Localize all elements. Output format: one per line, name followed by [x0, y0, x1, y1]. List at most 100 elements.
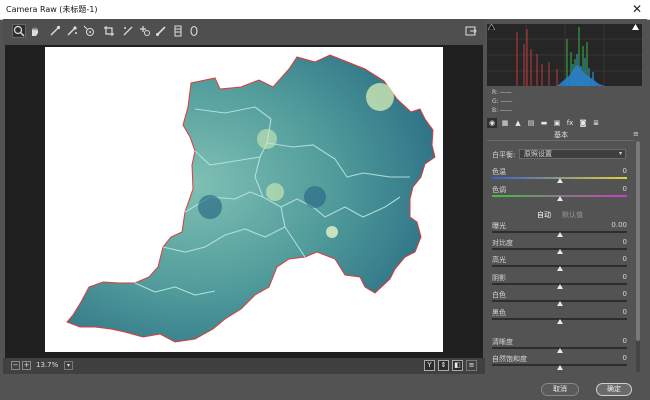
exposure-label: 曝光 — [492, 222, 506, 230]
tab-lens[interactable]: ▣ — [552, 118, 562, 128]
adjustment-brush-icon — [156, 26, 166, 36]
image-canvas — [45, 47, 443, 352]
zoom-out-button[interactable]: − — [11, 361, 20, 370]
shadows-label: 阴影 — [492, 274, 506, 282]
panel-menu-icon[interactable]: ≡ — [633, 131, 639, 138]
radial-filter-button[interactable] — [187, 24, 201, 38]
crop-tool-button[interactable] — [102, 24, 116, 38]
auto-button[interactable]: 自动 — [537, 210, 551, 220]
tab-split-toning[interactable]: ▬ — [539, 118, 549, 128]
highlights-slider-thumb[interactable] — [556, 266, 563, 271]
section-title: 基本 — [487, 131, 635, 141]
shadows-value[interactable]: 0 — [577, 273, 627, 281]
default-button[interactable]: 默认值 — [562, 210, 583, 220]
tab-effects[interactable]: fx — [565, 118, 575, 128]
title-bar: Camera Raw (未标题-1) ✕ — [0, 0, 650, 20]
tint-value[interactable]: 0 — [577, 185, 627, 193]
temperature-value[interactable]: 0 — [577, 167, 627, 175]
targeted-adjustment-tool-icon — [83, 25, 94, 36]
clarity-slider-thumb[interactable] — [556, 348, 563, 353]
temperature-label: 色温 — [492, 168, 506, 176]
toolbar — [3, 19, 485, 45]
whites-value[interactable]: 0 — [577, 290, 627, 298]
toggle-settings-button[interactable]: ≡ — [466, 360, 477, 371]
tab-hsl[interactable]: ▤ — [526, 118, 536, 128]
adjustment-brush-button[interactable] — [154, 24, 168, 38]
zoom-tool-button[interactable] — [12, 24, 26, 38]
highlight-clipping-warning-icon[interactable] — [632, 24, 639, 30]
straighten-tool-icon — [123, 26, 133, 36]
open-preferences-icon — [465, 26, 477, 36]
tint-label: 色调 — [492, 186, 506, 194]
cancel-button[interactable]: 取消 — [541, 383, 579, 396]
tab-tone-curve[interactable]: ▦ — [500, 118, 510, 128]
rgb-readout-b: B: —— — [492, 107, 513, 114]
white-balance-label: 白平衡: — [492, 151, 516, 159]
rgb-readout: R: —— G: —— B: —— — [492, 88, 513, 115]
straighten-tool-button[interactable] — [121, 24, 135, 38]
close-icon[interactable]: ✕ — [630, 2, 644, 16]
exposure-slider-thumb[interactable] — [556, 232, 563, 237]
histogram-graph — [487, 24, 642, 86]
shadow-clipping-warning-icon[interactable] — [487, 23, 496, 31]
panel-scrollbar[interactable] — [636, 141, 640, 372]
tab-detail[interactable]: ▲ — [513, 118, 523, 128]
open-preferences-button[interactable] — [464, 24, 478, 38]
vibrance-label: 自然饱和度 — [492, 355, 527, 363]
before-after-toggle-button[interactable]: ⇕ — [438, 360, 449, 371]
color-sampler-tool-button[interactable] — [65, 24, 79, 38]
highlights-value[interactable]: 0 — [577, 255, 627, 263]
tab-camera-calibration[interactable]: ◙ — [578, 118, 588, 128]
panel-tabs: ◉ ▦ ▲ ▤ ▬ ▣ fx ◙ ≣ — [487, 118, 642, 130]
vibrance-slider-thumb[interactable] — [556, 365, 563, 370]
view-y-button[interactable]: Y — [424, 360, 435, 371]
swap-settings-button[interactable]: ◧ — [452, 360, 463, 371]
status-bar: − + 13.7% ▾ Y ⇕ ◧ ≡ — [3, 358, 485, 374]
temperature-slider-thumb[interactable] — [556, 178, 563, 183]
clarity-label: 清晰度 — [492, 338, 513, 346]
preview-image — [66, 54, 436, 343]
crop-tool-icon — [104, 26, 114, 36]
white-balance-tool-button[interactable] — [48, 24, 62, 38]
highlights-label: 高光 — [492, 256, 506, 264]
tab-presets[interactable]: ≣ — [591, 118, 601, 128]
shadows-slider-thumb[interactable] — [556, 284, 563, 289]
rgb-readout-g: G: —— — [492, 98, 513, 105]
graduated-filter-button[interactable] — [171, 24, 185, 38]
exposure-value[interactable]: 0.00 — [577, 221, 627, 229]
clarity-value[interactable]: 0 — [577, 337, 627, 345]
zoom-tool-icon — [13, 25, 25, 37]
zoom-in-button[interactable]: + — [22, 361, 31, 370]
hand-tool-icon — [32, 27, 38, 36]
blacks-slider-thumb[interactable] — [556, 319, 563, 324]
tint-slider-thumb[interactable] — [556, 196, 563, 201]
targeted-adjustment-tool-button[interactable] — [82, 24, 96, 38]
whites-slider-thumb[interactable] — [556, 301, 563, 306]
auto-default-row: 自动 默认值 — [487, 210, 627, 219]
blacks-value[interactable]: 0 — [577, 308, 627, 316]
tab-basic[interactable]: ◉ — [487, 118, 497, 128]
color-sampler-tool-icon — [67, 26, 77, 36]
spot-removal-tool-button[interactable] — [138, 24, 152, 38]
window-title: Camera Raw (未标题-1) — [6, 5, 98, 14]
vibrance-value[interactable]: 0 — [577, 354, 627, 362]
graduated-filter-icon — [174, 25, 182, 37]
rgb-readout-r: R: —— — [492, 89, 512, 96]
white-balance-select[interactable]: 原照设置 ▾ — [519, 149, 626, 159]
chevron-down-icon: ▾ — [618, 150, 622, 157]
zoom-level: 13.7% — [36, 361, 59, 369]
zoom-dropdown[interactable]: ▾ — [64, 361, 73, 370]
radial-filter-icon — [190, 25, 198, 37]
ok-button[interactable]: 确定 — [596, 383, 632, 396]
scrollbar-thumb[interactable] — [636, 141, 640, 341]
histogram — [487, 24, 642, 86]
whites-label: 白色 — [492, 291, 506, 299]
blacks-label: 黑色 — [492, 309, 506, 317]
contrast-value[interactable]: 0 — [577, 238, 627, 246]
white-balance-tool-icon — [50, 25, 61, 36]
contrast-slider-thumb[interactable] — [556, 249, 563, 254]
spot-removal-tool-icon — [140, 26, 150, 36]
contrast-label: 对比度 — [492, 239, 513, 247]
hand-tool-button[interactable] — [28, 24, 42, 38]
white-balance-value: 原照设置 — [524, 150, 552, 158]
